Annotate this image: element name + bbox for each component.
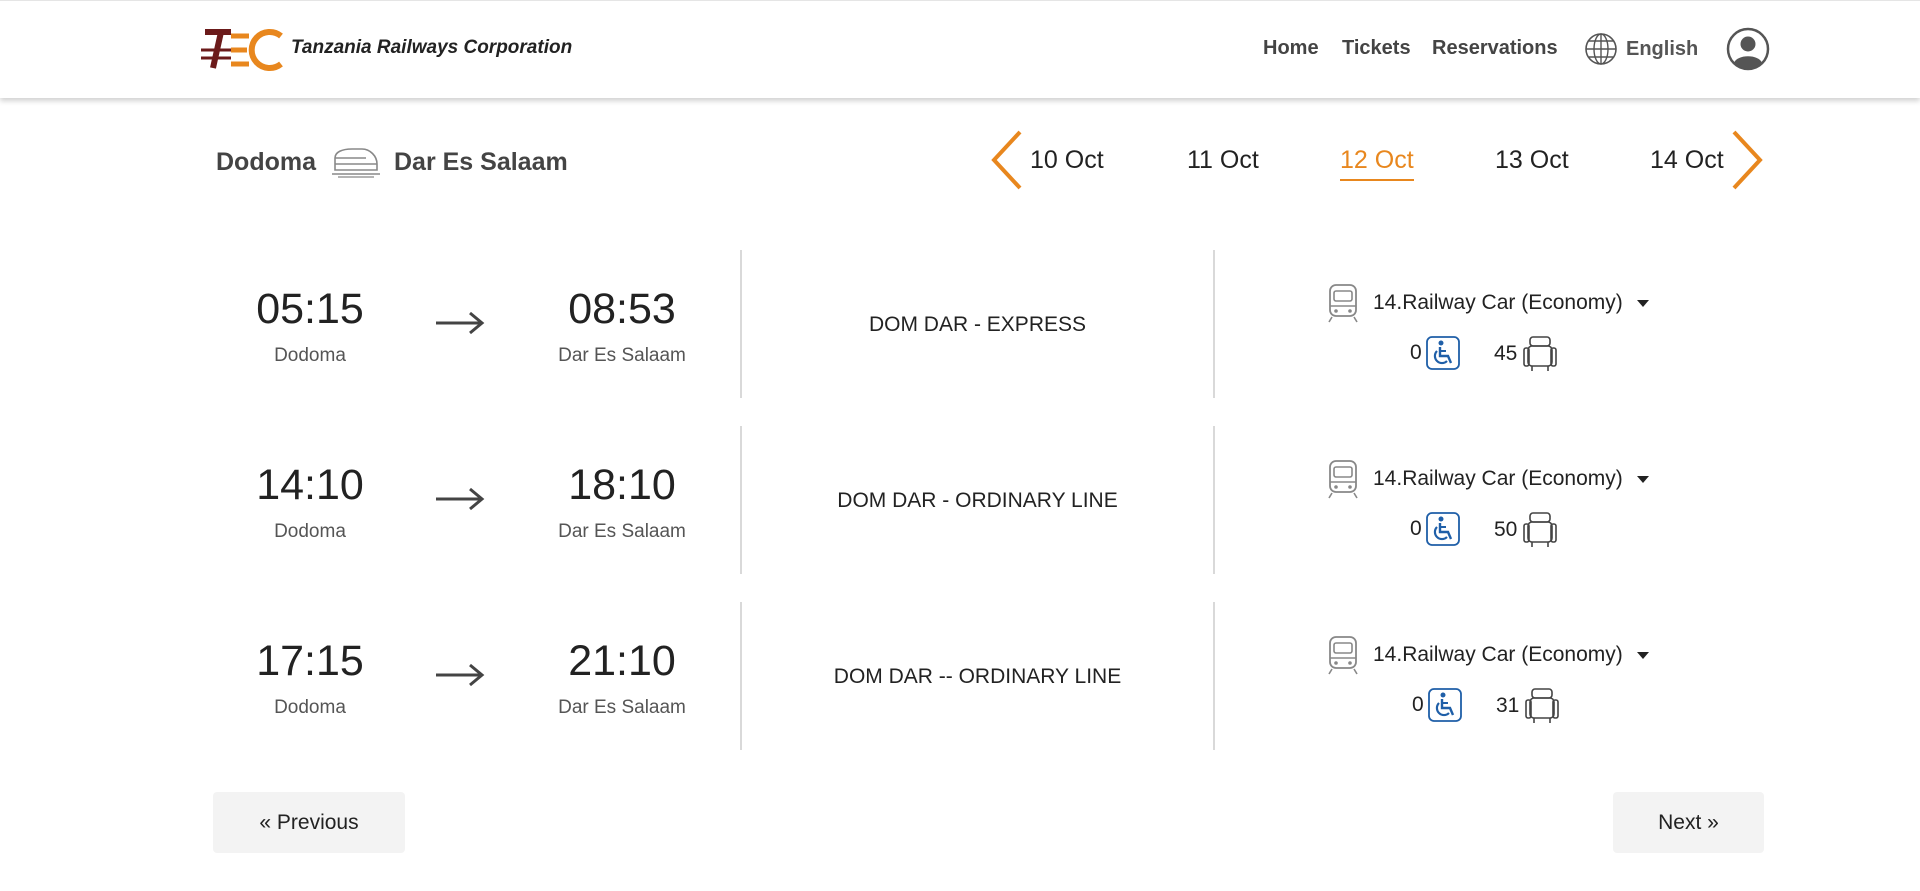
wheelchair-icon	[1425, 336, 1460, 370]
departure-time: 05:15	[256, 285, 364, 333]
trc-logo[interactable]	[201, 28, 283, 72]
arrival-time: 18:10	[568, 461, 676, 509]
service-name: DOM DAR - EXPRESS	[868, 313, 1087, 336]
railway-car-icon	[1328, 284, 1358, 323]
trip-row[interactable]: 05:15 Dodoma 08:53 Dar Es Salaam DOM DAR…	[216, 250, 1764, 398]
brand-name: Tanzania Railways Corporation	[291, 37, 573, 58]
car-class-dropdown[interactable]: 14.Railway Car (Economy)	[1327, 635, 1649, 675]
caret-down-icon	[1636, 475, 1649, 483]
seat-icon	[1523, 336, 1558, 371]
departure-time: 14:10	[256, 461, 364, 509]
wheelchair-icon	[1425, 512, 1460, 546]
accessible-seat-count: 0	[1412, 688, 1462, 722]
railway-car-icon	[1328, 460, 1358, 499]
nav-tickets[interactable]: Tickets	[1342, 37, 1411, 60]
accessible-seat-count: 0	[1410, 336, 1460, 370]
train-icon	[332, 148, 380, 178]
language-label: English	[1626, 37, 1699, 60]
car-class-dropdown[interactable]: 14.Railway Car (Economy)	[1327, 283, 1649, 323]
car-class-dropdown[interactable]: 14.Railway Car (Economy)	[1327, 459, 1649, 499]
service-name: DOM DAR -- ORDINARY LINE	[833, 665, 1122, 688]
previous-page-button[interactable]: « Previous	[213, 792, 405, 853]
date-item-10-oct[interactable]: 10 Oct	[1030, 146, 1104, 175]
nav-home[interactable]: Home	[1263, 37, 1319, 60]
trip-row[interactable]: 17:15 Dodoma 21:10 Dar Es Salaam DOM DAR…	[216, 602, 1764, 750]
top-navbar: Tanzania Railways Corporation Home Ticke…	[0, 0, 1920, 98]
user-avatar-icon[interactable]	[1726, 27, 1770, 71]
trip-row[interactable]: 14:10 Dodoma 18:10 Dar Es Salaam DOM DAR…	[216, 426, 1764, 574]
seat-count: 31	[1496, 688, 1560, 724]
nav-reservations[interactable]: Reservations	[1432, 37, 1558, 60]
next-page-button[interactable]: Next »	[1613, 792, 1764, 853]
globe-icon	[1585, 33, 1617, 65]
departure-city: Dodoma	[274, 345, 346, 366]
arrival-time: 21:10	[568, 637, 676, 685]
seat-number: 45	[1494, 342, 1518, 365]
service-name: DOM DAR - ORDINARY LINE	[837, 489, 1118, 512]
accessible-seat-count: 0	[1410, 512, 1460, 546]
seat-number: 31	[1496, 694, 1520, 717]
car-class-label: 14.Railway Car (Economy)	[1373, 643, 1623, 666]
caret-down-icon	[1636, 651, 1649, 659]
arrow-right-icon	[436, 663, 485, 687]
departure-city: Dodoma	[274, 697, 346, 718]
column-divider	[1213, 426, 1215, 574]
route-origin: Dodoma	[216, 147, 316, 176]
arrival-city: Dar Es Salaam	[558, 345, 686, 366]
accessible-seat-number: 0	[1412, 693, 1424, 716]
date-item-11-oct[interactable]: 11 Oct	[1187, 146, 1259, 175]
date-item-12-oct-selected[interactable]: 12 Oct	[1340, 146, 1414, 181]
seat-number: 50	[1494, 518, 1518, 541]
arrival-time: 08:53	[568, 285, 676, 333]
accessible-seat-number: 0	[1410, 341, 1422, 364]
route-destination: Dar Es Salaam	[394, 147, 568, 176]
departure-time: 17:15	[256, 637, 364, 685]
seat-icon	[1525, 688, 1560, 723]
seat-count: 50	[1494, 512, 1558, 548]
wheelchair-icon	[1427, 688, 1462, 722]
arrival-city: Dar Es Salaam	[558, 521, 686, 542]
car-class-label: 14.Railway Car (Economy)	[1373, 467, 1623, 490]
arrow-right-icon	[436, 487, 485, 511]
column-divider	[1213, 602, 1215, 750]
arrival-city: Dar Es Salaam	[558, 697, 686, 718]
date-prev-chevron-icon[interactable]	[988, 128, 1028, 192]
seat-count: 45	[1494, 336, 1558, 372]
column-divider	[1213, 250, 1215, 398]
railway-car-icon	[1328, 636, 1358, 675]
caret-down-icon	[1636, 299, 1649, 307]
departure-city: Dodoma	[274, 521, 346, 542]
date-next-chevron-icon[interactable]	[1726, 128, 1766, 192]
route-heading: Dodoma Dar Es Salaam	[216, 146, 568, 178]
date-item-13-oct[interactable]: 13 Oct	[1495, 146, 1569, 175]
seat-icon	[1523, 512, 1558, 547]
car-class-label: 14.Railway Car (Economy)	[1373, 291, 1623, 314]
date-item-14-oct[interactable]: 14 Oct	[1650, 146, 1724, 175]
arrow-right-icon	[436, 311, 485, 335]
language-selector[interactable]: English	[1584, 30, 1698, 68]
accessible-seat-number: 0	[1410, 517, 1422, 540]
